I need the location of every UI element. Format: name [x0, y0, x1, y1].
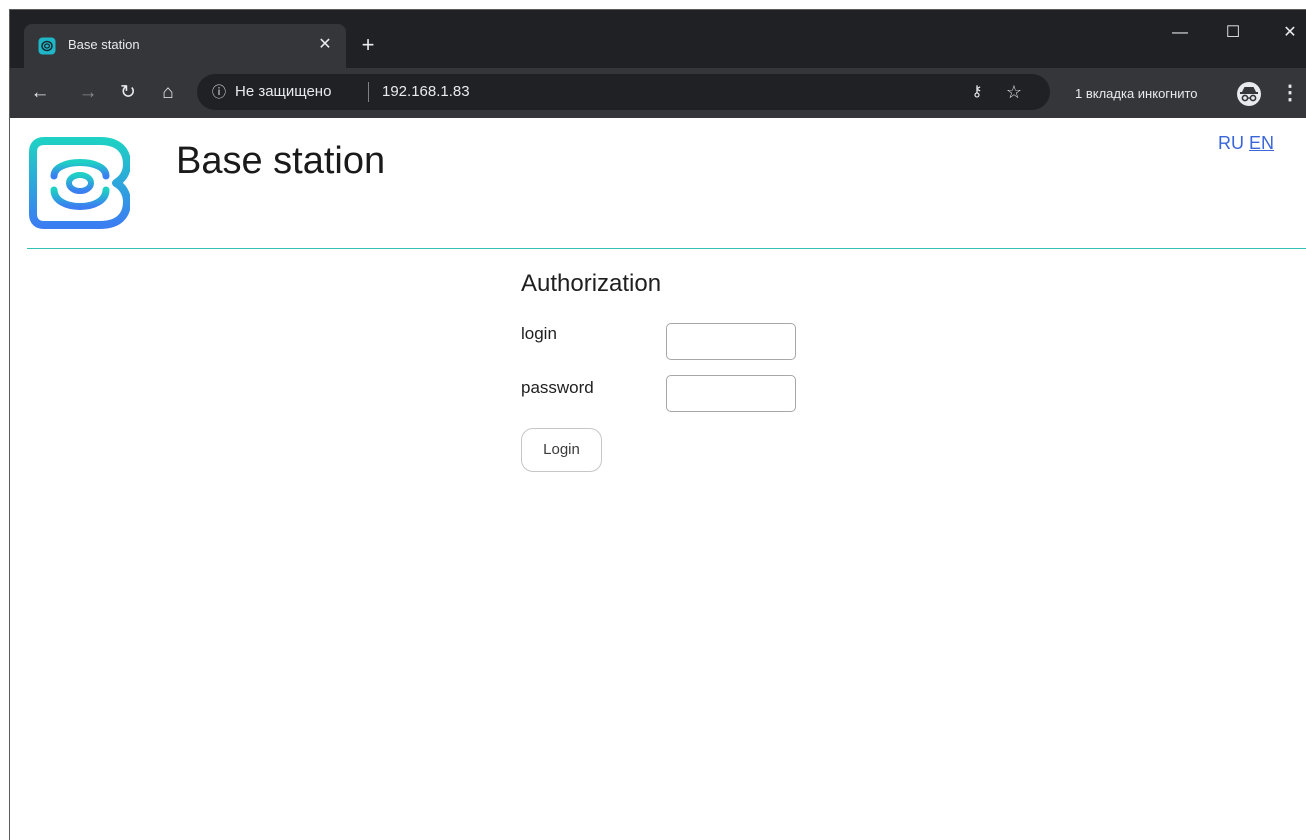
home-icon[interactable]: ⌂ [156, 81, 180, 105]
password-input[interactable] [666, 375, 796, 412]
new-tab-icon[interactable]: + [355, 33, 381, 59]
bookmark-star-icon[interactable]: ☆ [1003, 82, 1025, 102]
tab-strip: Base station ✕ + — ☐ ✕ [10, 10, 1306, 68]
page-title: Base station [176, 140, 386, 182]
login-input[interactable] [666, 323, 796, 360]
maximize-icon[interactable]: ☐ [1213, 22, 1253, 44]
close-tab-icon[interactable]: ✕ [314, 34, 336, 56]
login-label: login [521, 324, 557, 343]
key-icon[interactable]: ⚷ [967, 83, 987, 101]
browser-window: Base station ✕ + — ☐ ✕ ← → ↻ ⌂ ⓘ Не защи… [9, 9, 1306, 840]
forward-icon[interactable]: → [76, 81, 100, 105]
reload-icon[interactable]: ↻ [116, 81, 140, 105]
language-en-link[interactable]: EN [1249, 133, 1274, 153]
address-separator [368, 82, 369, 102]
back-icon[interactable]: ← [28, 81, 52, 105]
info-icon[interactable]: ⓘ [211, 84, 227, 100]
incognito-icon[interactable] [1236, 81, 1262, 107]
favicon-icon [38, 37, 56, 55]
security-label[interactable]: Не защищено [235, 83, 331, 100]
url-text[interactable]: 192.168.1.83 [382, 83, 470, 100]
incognito-label[interactable]: 1 вкладка инкогнито [1075, 86, 1198, 101]
language-switcher: RU EN [1218, 133, 1274, 154]
base-station-logo [29, 137, 130, 229]
address-bar[interactable]: ⓘ Не защищено 192.168.1.83 ⚷ ☆ [197, 74, 1050, 110]
language-ru-link[interactable]: RU [1218, 133, 1244, 153]
page-content: Base station RU EN Authorization login p… [10, 118, 1306, 840]
browser-toolbar: ← → ↻ ⌂ ⓘ Не защищено 192.168.1.83 ⚷ ☆ 1… [10, 68, 1306, 118]
tab-base-station[interactable]: Base station ✕ [24, 24, 346, 68]
more-menu-icon[interactable]: ⋮ [1280, 81, 1300, 105]
password-label: password [521, 378, 594, 397]
login-button[interactable]: Login [521, 428, 602, 472]
tab-title: Base station [68, 37, 140, 52]
minimize-icon[interactable]: — [1160, 22, 1200, 44]
close-window-icon[interactable]: ✕ [1270, 22, 1306, 44]
header-divider [27, 248, 1306, 249]
authorization-heading: Authorization [521, 270, 662, 297]
